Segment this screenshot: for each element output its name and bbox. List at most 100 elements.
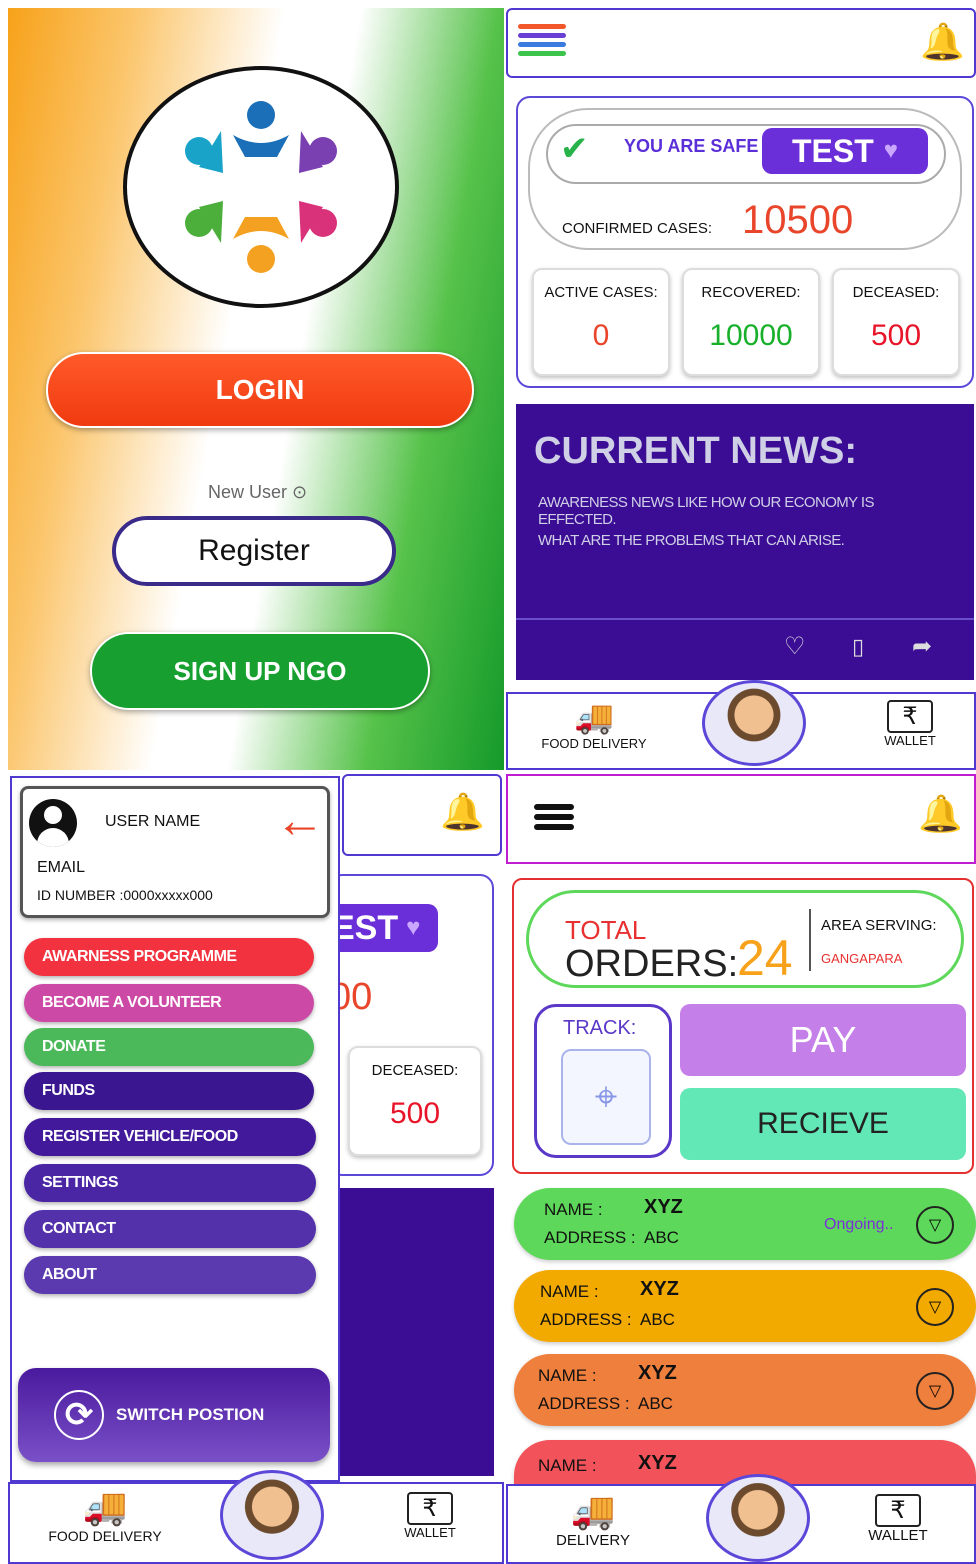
menu-contact[interactable]: CONTACT xyxy=(24,1210,316,1248)
heart-icon: ♥ xyxy=(883,137,899,164)
stats-card: ✔ YOU ARE SAFE TEST ♥ CONFIRMED CASES: 10… xyxy=(516,96,974,388)
confirmed-value: 10500 xyxy=(742,198,854,242)
bell-icon[interactable]: 🔔 xyxy=(918,796,963,832)
bg-test-label: EST xyxy=(332,908,399,947)
wallet-tab[interactable]: ₹ WALLET xyxy=(380,1492,480,1540)
user-name: USER NAME xyxy=(105,813,201,830)
menu-volunteer[interactable]: BECOME A VOLUNTEER xyxy=(24,984,314,1022)
order-name-value: XYZ xyxy=(638,1362,677,1384)
deceased-card: DECEASED: 500 xyxy=(832,268,960,376)
food-delivery-tab[interactable]: 🚚 FOOD DELIVERY xyxy=(534,698,654,751)
track-label: TRACK: xyxy=(563,1017,637,1039)
navigate-icon[interactable]: ▽ xyxy=(916,1206,954,1244)
bg-deceased-card: DECEASED: 500 xyxy=(348,1046,482,1156)
order-name-value: XYZ xyxy=(640,1278,679,1300)
navigate-icon[interactable]: ▽ xyxy=(916,1372,954,1410)
total-orders-pill: TOTAL ORDERS: 24 AREA SERVING: GANGAPARA xyxy=(526,890,964,988)
heart-icon: ♥ xyxy=(406,914,421,941)
pay-button[interactable]: PAY xyxy=(680,1004,966,1076)
hamburger-icon[interactable] xyxy=(534,800,574,834)
delivery-tab[interactable]: 🚚 DELIVERY xyxy=(538,1490,648,1549)
top-bar: 🔔 xyxy=(506,8,976,78)
register-button[interactable]: Register xyxy=(112,516,396,586)
drawer-screen: 🔔 EST ♥ 00 DECEASED: 500 USER NAME ← EMAI… xyxy=(8,774,504,1564)
order-item[interactable]: NAME : XYZ ADDRESS : ABC ▽ xyxy=(514,1270,976,1342)
active-label: ACTIVE CASES: xyxy=(544,284,658,301)
menu-settings[interactable]: SETTINGS xyxy=(24,1164,316,1202)
switch-position-button[interactable]: ⟳ SWITCH POSTION xyxy=(18,1368,330,1462)
menu-register-vehicle[interactable]: REGISTER VEHICLE/FOOD xyxy=(24,1118,316,1156)
user-id: ID NUMBER :0000xxxxx000 xyxy=(37,887,213,903)
side-drawer: USER NAME ← EMAIL ID NUMBER :0000xxxxx00… xyxy=(10,776,340,1482)
avatar-icon xyxy=(29,799,77,847)
track-button[interactable]: TRACK: ⌖ xyxy=(534,1004,672,1158)
wallet-label: WALLET xyxy=(404,1525,456,1540)
wallet-tab[interactable]: ₹ WALLET xyxy=(848,1494,948,1544)
food-delivery-label: FOOD DELIVERY xyxy=(48,1528,162,1544)
recovered-label: RECOVERED: xyxy=(701,284,801,301)
order-address-label: ADDRESS : xyxy=(538,1394,630,1413)
order-name-label: NAME : xyxy=(538,1456,597,1475)
food-delivery-tab[interactable]: 🚚 FOOD DELIVERY xyxy=(40,1486,170,1544)
login-button[interactable]: LOGIN xyxy=(46,352,474,428)
map-pin-icon: ⌖ xyxy=(561,1049,651,1145)
active-cases-card: ACTIVE CASES: 0 xyxy=(532,268,670,376)
user-card: USER NAME ← EMAIL ID NUMBER :0000xxxxx00… xyxy=(20,786,330,918)
share-icon[interactable]: ➦ xyxy=(912,632,932,661)
bell-icon[interactable]: 🔔 xyxy=(920,24,965,60)
test-label: TEST xyxy=(792,132,874,169)
support-avatar[interactable] xyxy=(220,1470,324,1560)
wallet-tab[interactable]: ₹ WALLET xyxy=(860,700,960,748)
truck-icon: 🚚 xyxy=(574,699,614,735)
truck-icon: 🚚 xyxy=(570,1490,616,1531)
menu-funds[interactable]: FUNDS xyxy=(24,1072,314,1110)
wallet-icon: ₹ xyxy=(407,1492,453,1525)
orders-screen: 🔔 TOTAL ORDERS: 24 AREA SERVING: GANGAPA… xyxy=(506,774,976,1564)
chevron-down-icon[interactable]: ⊙ xyxy=(292,482,307,502)
menu-donate[interactable]: DONATE xyxy=(24,1028,314,1066)
wallet-label: WALLET xyxy=(884,733,936,748)
area-label: AREA SERVING: xyxy=(821,917,937,934)
signup-ngo-button[interactable]: SIGN UP NGO xyxy=(90,632,430,710)
bookmark-icon[interactable]: ▯ xyxy=(852,634,864,660)
navigate-icon[interactable]: ▽ xyxy=(916,1288,954,1326)
bell-icon[interactable]: 🔔 xyxy=(440,794,485,830)
bg-news-card xyxy=(338,1188,494,1476)
order-item[interactable]: NAME : XYZ ADDRESS : ABC Ongoing.. ▽ xyxy=(514,1188,976,1260)
bg-deceased-value: 500 xyxy=(389,1097,441,1130)
support-avatar[interactable] xyxy=(706,1474,810,1562)
menu-about[interactable]: ABOUT xyxy=(24,1256,316,1294)
orders-summary-card: TOTAL ORDERS: 24 AREA SERVING: GANGAPARA… xyxy=(512,878,974,1174)
news-line1: AWARENESS NEWS LIKE HOW OUR ECONOMY IS E… xyxy=(538,494,874,528)
order-name-label: NAME : xyxy=(538,1366,597,1385)
wallet-icon: ₹ xyxy=(887,700,933,733)
order-item[interactable]: NAME : XYZ ADDRESS : ABC ▽ xyxy=(514,1354,976,1426)
orders-label: ORDERS: xyxy=(565,943,739,985)
order-address-value: ABC xyxy=(638,1394,673,1413)
bg-stats-card: EST ♥ 00 DECEASED: 500 xyxy=(320,874,494,1176)
new-user-label: New User ⊙ xyxy=(208,482,307,503)
total-label: TOTAL xyxy=(565,915,647,945)
hamburger-icon[interactable] xyxy=(518,20,566,60)
switch-label: SWITCH POSTION xyxy=(116,1405,265,1424)
order-address-value: ABC xyxy=(640,1310,675,1329)
top-bar: 🔔 xyxy=(506,774,976,864)
login-screen: LOGIN New User ⊙ Register SIGN UP NGO xyxy=(8,8,504,770)
food-delivery-label: FOOD DELIVERY xyxy=(541,736,647,751)
recovered-value: 10000 xyxy=(709,319,793,352)
order-address-label: ADDRESS : xyxy=(540,1310,632,1329)
receive-button[interactable]: RECIEVE xyxy=(680,1088,966,1160)
heart-outline-icon[interactable]: ♡ xyxy=(784,632,806,661)
deceased-value: 500 xyxy=(870,319,922,352)
test-button[interactable]: TEST ♥ xyxy=(762,128,928,174)
confirmed-label: CONFIRMED CASES: xyxy=(562,220,713,237)
deceased-label: DECEASED: xyxy=(852,284,940,301)
new-user-text: New User xyxy=(208,482,288,502)
orders-value: 24 xyxy=(737,930,793,986)
switch-icon: ⟳ xyxy=(54,1390,104,1440)
menu-awareness[interactable]: AWARNESS PROGRAMME xyxy=(24,938,314,976)
app-logo xyxy=(123,66,399,308)
wallet-icon: ₹ xyxy=(875,1494,921,1527)
support-avatar[interactable] xyxy=(702,680,806,766)
back-arrow-icon[interactable]: ← xyxy=(275,795,325,845)
